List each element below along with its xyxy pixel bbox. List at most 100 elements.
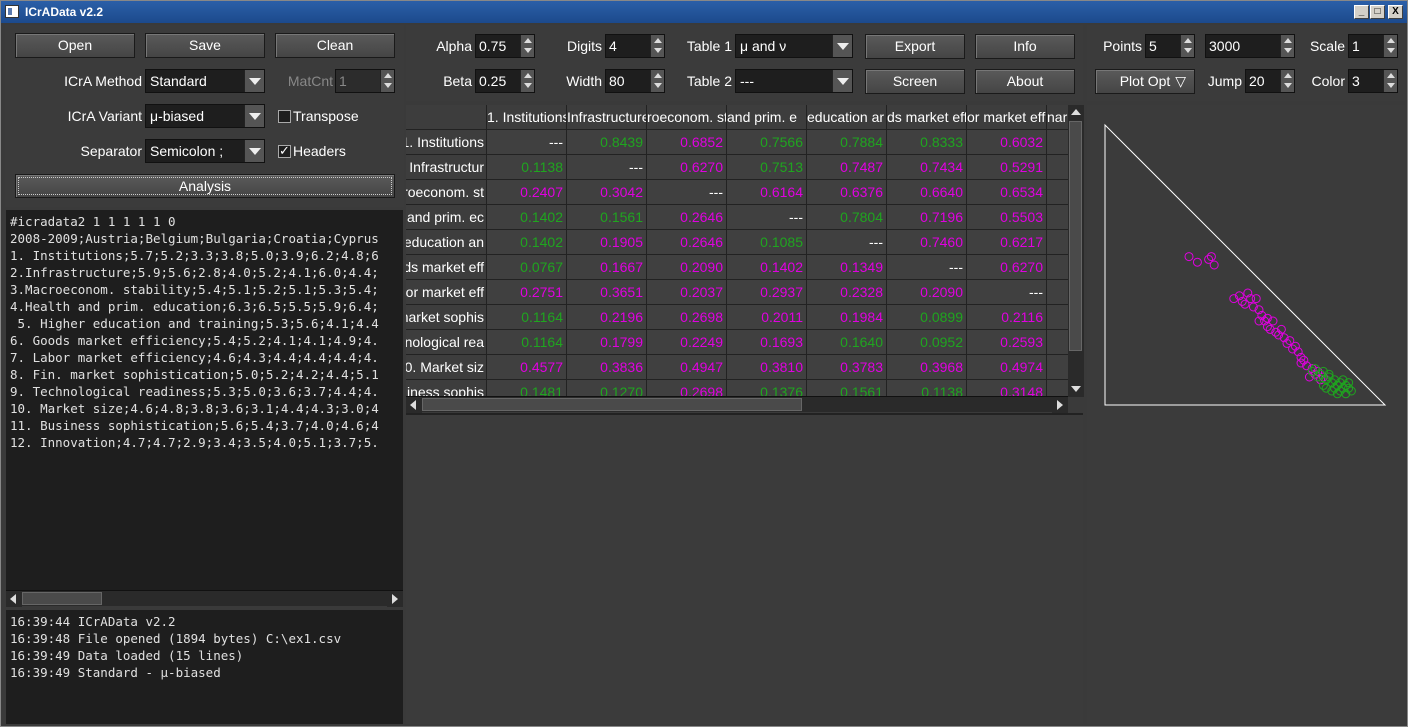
table-cell[interactable]: 0.7487 [807, 155, 887, 180]
table-cell[interactable]: 0.4974 [967, 355, 1047, 380]
table-cell[interactable]: 0.2116 [967, 305, 1047, 330]
table-cell[interactable]: 0.7513 [727, 155, 807, 180]
table-cell[interactable]: 0.0899 [887, 305, 967, 330]
table-cell[interactable] [1047, 205, 1069, 230]
table-cell[interactable]: 0.1799 [567, 330, 647, 355]
table-cell[interactable] [1047, 130, 1069, 155]
analysis-button[interactable]: Analysis [15, 174, 395, 198]
save-button[interactable]: Save [145, 33, 265, 58]
table-cell[interactable]: 0.1561 [807, 380, 887, 397]
scroll-left-icon[interactable] [406, 397, 422, 413]
method-select[interactable]: Standard [145, 69, 265, 93]
table-vscrollbar[interactable] [1068, 105, 1084, 397]
scroll-up-icon[interactable] [1068, 105, 1084, 121]
scale-stepper[interactable]: 1 [1348, 34, 1398, 58]
row-header[interactable]: ds market eff [406, 255, 487, 280]
table-cell[interactable] [1047, 355, 1069, 380]
table-cell[interactable]: 0.2698 [647, 305, 727, 330]
table-cell[interactable]: 0.6032 [967, 130, 1047, 155]
column-header[interactable]: education ar [807, 105, 887, 130]
spin-arrows-icon[interactable] [1280, 35, 1294, 57]
table-cell[interactable]: 0.1085 [727, 230, 807, 255]
table-cell[interactable]: 0.6640 [887, 180, 967, 205]
table-cell[interactable]: 0.1402 [727, 255, 807, 280]
table-cell[interactable]: --- [647, 180, 727, 205]
table-cell[interactable]: 0.7460 [887, 230, 967, 255]
table-cell[interactable] [1047, 330, 1069, 355]
table2-select[interactable]: --- [735, 69, 853, 93]
table-hscroll-thumb[interactable] [422, 398, 802, 411]
scroll-down-icon[interactable] [1068, 381, 1084, 397]
table-cell[interactable]: 0.7804 [807, 205, 887, 230]
row-header[interactable]: roeconom. st [406, 180, 487, 205]
scroll-right-icon[interactable] [1052, 397, 1068, 413]
table-cell[interactable]: 0.2249 [647, 330, 727, 355]
table-cell[interactable]: 0.0767 [487, 255, 567, 280]
alpha-stepper[interactable]: 0.75 [475, 34, 535, 58]
table-cell[interactable]: 0.2037 [647, 280, 727, 305]
table-cell[interactable]: 0.6852 [647, 130, 727, 155]
chevron-down-icon[interactable] [244, 105, 264, 127]
table-cell[interactable]: 0.2937 [727, 280, 807, 305]
matcnt-stepper[interactable]: 1 [335, 69, 395, 93]
chevron-down-icon[interactable] [832, 35, 852, 57]
points-stepper[interactable]: 5 [1145, 34, 1195, 58]
table-cell[interactable]: --- [487, 130, 567, 155]
column-header[interactable]: ds market effi [887, 105, 967, 130]
spin-arrows-icon[interactable] [520, 70, 534, 92]
table-cell[interactable]: 0.3836 [567, 355, 647, 380]
beta-stepper[interactable]: 0.25 [475, 69, 535, 93]
table-cell[interactable]: 0.0952 [887, 330, 967, 355]
spin-arrows-icon[interactable] [380, 70, 394, 92]
table-cell[interactable] [1047, 255, 1069, 280]
data-editor[interactable]: #icradata2 1 1 1 1 1 0 2008-2009;Austria;… [6, 210, 403, 590]
spin-arrows-icon[interactable] [520, 35, 534, 57]
table-cell[interactable]: 0.1693 [727, 330, 807, 355]
headers-checkbox[interactable] [278, 143, 291, 159]
table-cell[interactable]: 0.8439 [567, 130, 647, 155]
table-cell[interactable]: 0.1138 [487, 155, 567, 180]
spin-arrows-icon[interactable] [650, 70, 664, 92]
table-cell[interactable]: 0.1376 [727, 380, 807, 397]
table-cell[interactable]: 0.2011 [727, 305, 807, 330]
table-cell[interactable]: 0.1138 [887, 380, 967, 397]
table-cell[interactable] [1047, 155, 1069, 180]
table-cell[interactable]: 0.4577 [487, 355, 567, 380]
table-cell[interactable]: 0.2646 [647, 205, 727, 230]
table-cell[interactable] [1047, 180, 1069, 205]
about-button[interactable]: About [975, 69, 1075, 94]
table-cell[interactable]: 0.8333 [887, 130, 967, 155]
scroll-left-icon[interactable] [6, 591, 22, 607]
row-header[interactable]: market sophis [406, 305, 487, 330]
max-stepper[interactable]: 3000 [1205, 34, 1295, 58]
table-cell[interactable]: 0.1402 [487, 205, 567, 230]
spin-arrows-icon[interactable] [1280, 70, 1294, 92]
icra-triangle-plot[interactable] [1087, 105, 1405, 425]
table-cell[interactable] [1047, 380, 1069, 397]
export-button[interactable]: Export [865, 34, 965, 59]
row-header[interactable]: education an [406, 230, 487, 255]
table-cell[interactable]: 0.2698 [647, 380, 727, 397]
table-cell[interactable]: 0.1481 [487, 380, 567, 397]
table-cell[interactable]: 0.1270 [567, 380, 647, 397]
table-cell[interactable]: 0.6270 [647, 155, 727, 180]
plot-options-button[interactable]: Plot Opt ▽ [1095, 69, 1195, 94]
spin-arrows-icon[interactable] [1383, 35, 1397, 57]
editor-hscrollbar[interactable] [6, 590, 403, 607]
table-cell[interactable]: 0.2407 [487, 180, 567, 205]
table-cell[interactable]: 0.1349 [807, 255, 887, 280]
maximize-button[interactable]: □ [1370, 5, 1385, 19]
row-header[interactable]: or market eff [406, 280, 487, 305]
table-cell[interactable]: 0.3651 [567, 280, 647, 305]
scroll-right-icon[interactable] [387, 591, 403, 607]
table-cell[interactable]: 0.7196 [887, 205, 967, 230]
column-header[interactable]: nar [1047, 105, 1069, 130]
table-cell[interactable]: 0.6376 [807, 180, 887, 205]
table1-select[interactable]: μ and ν [735, 34, 853, 58]
table-cell[interactable]: 0.1561 [567, 205, 647, 230]
table-cell[interactable]: 0.6534 [967, 180, 1047, 205]
table-cell[interactable]: 0.3968 [887, 355, 967, 380]
close-button[interactable]: X [1388, 5, 1403, 19]
table-cell[interactable]: 0.3810 [727, 355, 807, 380]
table-cell[interactable]: 0.5291 [967, 155, 1047, 180]
